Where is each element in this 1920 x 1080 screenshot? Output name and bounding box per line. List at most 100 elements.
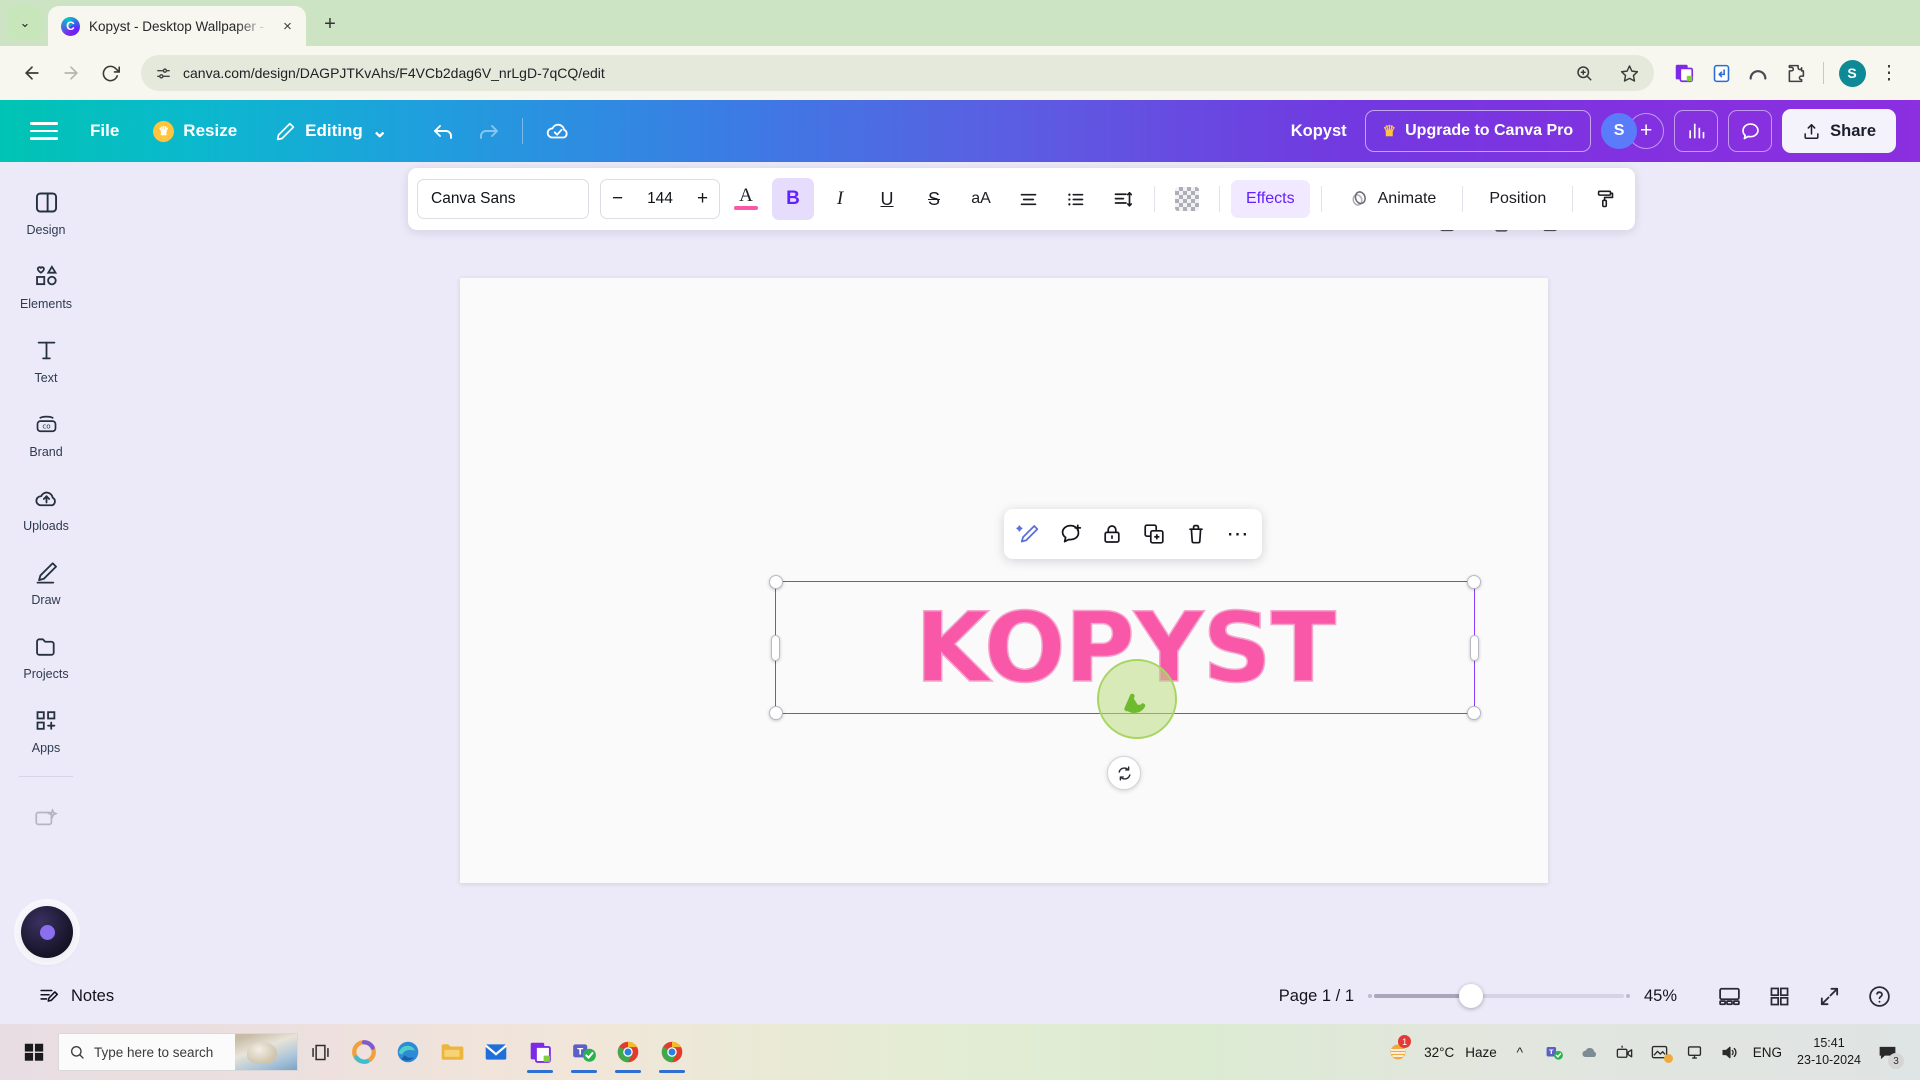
resize-handle-right[interactable] (1470, 635, 1479, 661)
sidebar-item-brand[interactable]: co Brand (4, 398, 88, 470)
italic-button[interactable]: I (819, 178, 861, 220)
bold-button[interactable]: B (772, 178, 814, 220)
browser-tab[interactable]: C Kopyst - Desktop Wallpaper - C × (48, 6, 306, 46)
lock-element-icon[interactable] (1098, 520, 1126, 548)
tray-expand-chevron-icon[interactable]: ^ (1508, 1041, 1532, 1063)
back-icon[interactable] (14, 55, 50, 91)
delete-element-icon[interactable] (1182, 520, 1210, 548)
resize-handle-left[interactable] (771, 635, 780, 661)
line-spacing-icon[interactable] (1101, 178, 1143, 220)
tab-search-button[interactable]: ⌄ (8, 6, 42, 40)
kopyst-extension-icon[interactable] (1667, 56, 1701, 90)
weather-haze-icon[interactable]: 1 (1383, 1035, 1413, 1067)
sidebar-item-draw[interactable]: Draw (4, 546, 88, 618)
effects-button[interactable]: Effects (1231, 180, 1310, 218)
decrease-font-size-button[interactable]: − (601, 180, 634, 218)
teams-tray-icon[interactable]: T (1543, 1041, 1567, 1063)
zoom-level-value[interactable]: 45% (1644, 987, 1694, 1006)
upgrade-to-pro-button[interactable]: ♛ Upgrade to Canva Pro (1364, 110, 1592, 152)
task-view-icon[interactable] (298, 1029, 342, 1075)
camera-tray-icon[interactable] (1613, 1041, 1637, 1063)
chrome-a-icon[interactable] (606, 1029, 650, 1075)
onedrive-tray-icon[interactable] (1578, 1041, 1602, 1063)
volume-tray-icon[interactable] (1718, 1041, 1742, 1063)
paint-roller-icon[interactable] (1584, 178, 1626, 220)
teams-icon[interactable]: T (562, 1029, 606, 1075)
font-size-value[interactable]: 144 (634, 190, 686, 208)
search-decoration-image (235, 1034, 297, 1070)
file-explorer-icon[interactable] (430, 1029, 474, 1075)
text-color-button[interactable]: A (725, 178, 767, 220)
kopyst-icon[interactable] (518, 1029, 562, 1075)
copilot-icon[interactable] (342, 1029, 386, 1075)
editing-mode-button[interactable]: Editing ⌄ (265, 113, 398, 150)
rotate-handle-icon[interactable] (1107, 756, 1141, 790)
fullscreen-expand-icon[interactable] (1814, 981, 1844, 1011)
insights-button[interactable] (1674, 110, 1719, 152)
clock[interactable]: 15:41 23-10-2024 (1797, 1035, 1861, 1069)
close-icon[interactable]: × (278, 17, 297, 36)
notification-icon[interactable]: 3 (1872, 1037, 1904, 1069)
bullet-list-icon[interactable] (1054, 178, 1096, 220)
document-title[interactable]: Kopyst (1291, 122, 1347, 141)
resize-handle-top-left[interactable] (769, 575, 783, 589)
browser-menu-icon[interactable]: ⋮ (1872, 56, 1906, 90)
resize-handle-bottom-left[interactable] (769, 706, 783, 720)
puzzle-extensions-icon[interactable] (1778, 56, 1812, 90)
help-question-icon[interactable] (1864, 981, 1894, 1011)
recording-orb-icon[interactable] (21, 906, 73, 958)
zoom-slider[interactable] (1368, 984, 1630, 1008)
chrome-s-icon[interactable] (650, 1029, 694, 1075)
resize-button[interactable]: ♛ Resize (143, 114, 247, 149)
sidebar-item-elements[interactable]: Elements (4, 250, 88, 322)
edge-icon[interactable] (386, 1029, 430, 1075)
align-center-icon[interactable] (1007, 178, 1049, 220)
grid-view-icon[interactable] (1764, 981, 1794, 1011)
forward-icon[interactable] (53, 55, 89, 91)
reload-icon[interactable] (92, 55, 128, 91)
mail-icon[interactable] (474, 1029, 518, 1075)
strikethrough-button[interactable]: S (913, 178, 955, 220)
language-indicator[interactable]: ENG (1753, 1045, 1782, 1060)
slider-knob[interactable] (1459, 984, 1483, 1008)
sidebar-item-magic-media[interactable] (4, 783, 88, 855)
display-tray-icon[interactable] (1683, 1041, 1707, 1063)
notes-button[interactable]: Notes (26, 977, 126, 1015)
photos-tray-icon[interactable] (1648, 1041, 1673, 1063)
underline-button[interactable]: U (866, 178, 908, 220)
letter-case-button[interactable]: aA (960, 178, 1002, 220)
avatar[interactable]: S (1601, 113, 1638, 149)
zoom-magnifier-icon[interactable] (1567, 56, 1601, 90)
arc-icon[interactable] (1741, 56, 1775, 90)
transparency-checker-icon[interactable] (1166, 178, 1208, 220)
windows-start-icon[interactable] (10, 1028, 58, 1076)
increase-font-size-button[interactable]: + (686, 180, 719, 218)
save-to-notion-icon[interactable] (1704, 56, 1738, 90)
undo-button[interactable] (422, 112, 466, 150)
taskbar-search-input[interactable]: Type here to search (58, 1033, 298, 1071)
sidebar-item-uploads[interactable]: Uploads (4, 472, 88, 544)
comment-button[interactable] (1728, 110, 1773, 152)
font-family-select[interactable]: Canva Sans (417, 179, 589, 219)
sidebar-item-projects[interactable]: Projects (4, 620, 88, 692)
resize-handle-bottom-right[interactable] (1467, 706, 1481, 720)
saved-status-button[interactable] (535, 111, 581, 151)
profile-avatar[interactable]: S (1835, 56, 1869, 90)
duplicate-element-icon[interactable] (1140, 520, 1168, 548)
share-button[interactable]: Share (1782, 109, 1896, 153)
star-icon[interactable] (1612, 56, 1646, 90)
animate-button[interactable]: Animate (1333, 180, 1452, 218)
address-bar[interactable]: canva.com/design/DAGPJTKvAhs/F4VCb2dag6V… (141, 55, 1654, 91)
more-options-icon[interactable]: ⋯ (1224, 520, 1252, 548)
hamburger-menu-icon[interactable] (30, 122, 58, 140)
magic-write-pen-icon[interactable] (1014, 520, 1042, 548)
sidebar-item-design[interactable]: Design (4, 176, 88, 248)
new-tab-button[interactable]: + (315, 9, 345, 39)
presentation-view-icon[interactable] (1714, 981, 1744, 1011)
sidebar-item-apps[interactable]: Apps (4, 694, 88, 766)
resize-handle-top-right[interactable] (1467, 575, 1481, 589)
redo-button[interactable] (466, 112, 510, 150)
position-button[interactable]: Position (1474, 180, 1561, 218)
add-comment-icon[interactable] (1056, 520, 1084, 548)
sidebar-item-text[interactable]: Text (4, 324, 88, 396)
